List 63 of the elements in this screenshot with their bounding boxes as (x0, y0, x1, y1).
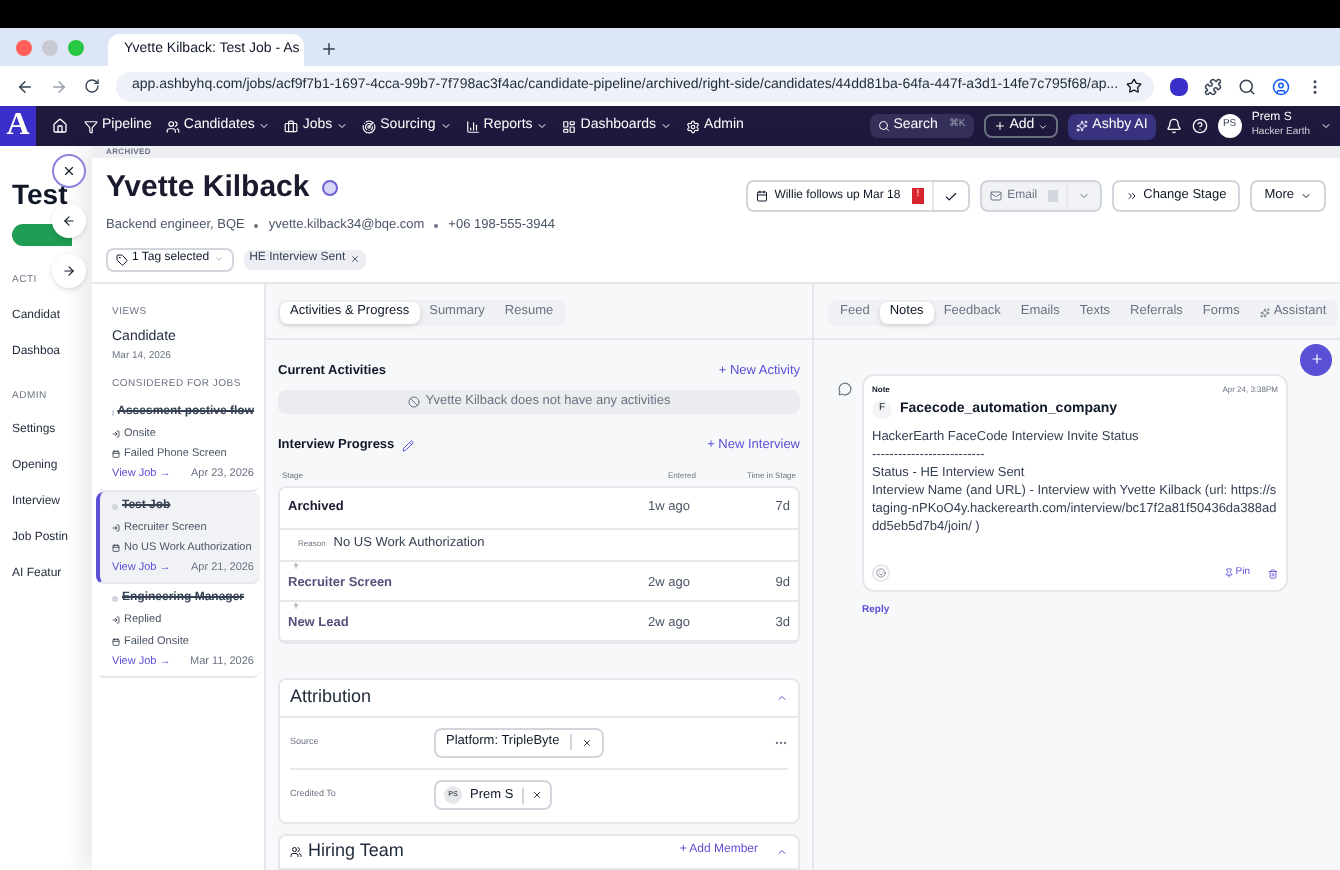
edit-icon[interactable] (402, 439, 415, 452)
stage-icon (112, 523, 120, 532)
arrow-up-icon (292, 601, 300, 610)
arrow-up-icon (292, 561, 300, 570)
stage-icon (112, 429, 120, 438)
user-menu-caret-icon[interactable] (1320, 120, 1332, 132)
page-title: Test (12, 176, 68, 214)
search-icon (877, 120, 890, 132)
search-icon[interactable] (1238, 77, 1256, 95)
back-icon[interactable] (16, 77, 34, 95)
card-title: Attribution (290, 684, 372, 711)
caret-icon (1300, 190, 1312, 202)
calendar-icon (112, 543, 120, 552)
delete-icon[interactable] (1268, 567, 1278, 580)
comment-icon (838, 381, 852, 396)
card-title: Hiring Team (308, 838, 404, 865)
calendar-icon (112, 450, 120, 459)
close-icon (62, 164, 76, 178)
reload-icon[interactable] (84, 78, 100, 94)
caret-icon (439, 120, 452, 132)
gear-icon (686, 119, 701, 133)
add-note-button[interactable] (1300, 343, 1332, 376)
chart-icon (465, 119, 480, 133)
shortcut-icon (1047, 190, 1058, 202)
home-icon[interactable] (52, 118, 68, 134)
sparkle-icon (1259, 307, 1270, 318)
calendar-icon (112, 637, 120, 646)
caret-icon (536, 120, 549, 132)
no-entry-icon (407, 395, 420, 408)
profile-icon[interactable] (1272, 77, 1290, 95)
caret-icon (660, 120, 673, 132)
check-icon[interactable] (943, 189, 958, 203)
people-icon (165, 119, 180, 133)
help-icon[interactable] (1191, 118, 1208, 134)
sparkle-icon (1076, 120, 1089, 132)
double-chevron-icon (1125, 190, 1138, 202)
calendar-icon (756, 190, 769, 202)
notifications-icon[interactable] (1165, 118, 1182, 134)
extension-icon[interactable] (1170, 77, 1188, 95)
caret-icon (258, 120, 271, 132)
pin-icon (1223, 568, 1234, 579)
caret-icon (1038, 121, 1049, 131)
plus-icon (993, 120, 1006, 132)
dashboard-icon (562, 119, 577, 133)
arrow-left-icon (62, 214, 76, 228)
mail-icon (989, 190, 1002, 202)
puzzle-icon[interactable] (1204, 77, 1222, 95)
arrow-right-icon (62, 264, 76, 278)
filter-icon (84, 119, 98, 133)
caret-icon (213, 254, 224, 265)
candidate-name: Yvette Kilback (106, 168, 310, 208)
caret-icon (336, 120, 349, 132)
profile-link-icon[interactable] (321, 180, 338, 196)
people-icon (290, 845, 302, 858)
radar-icon (362, 119, 377, 133)
forward-icon[interactable] (50, 77, 68, 95)
briefcase-icon (284, 119, 299, 133)
tag-icon (116, 253, 128, 266)
bookmark-star-icon[interactable] (1126, 78, 1143, 94)
new-tab-icon[interactable] (320, 40, 338, 58)
app-logo[interactable]: A (0, 106, 36, 146)
stage-icon (112, 616, 120, 625)
plus-icon (1309, 352, 1323, 367)
